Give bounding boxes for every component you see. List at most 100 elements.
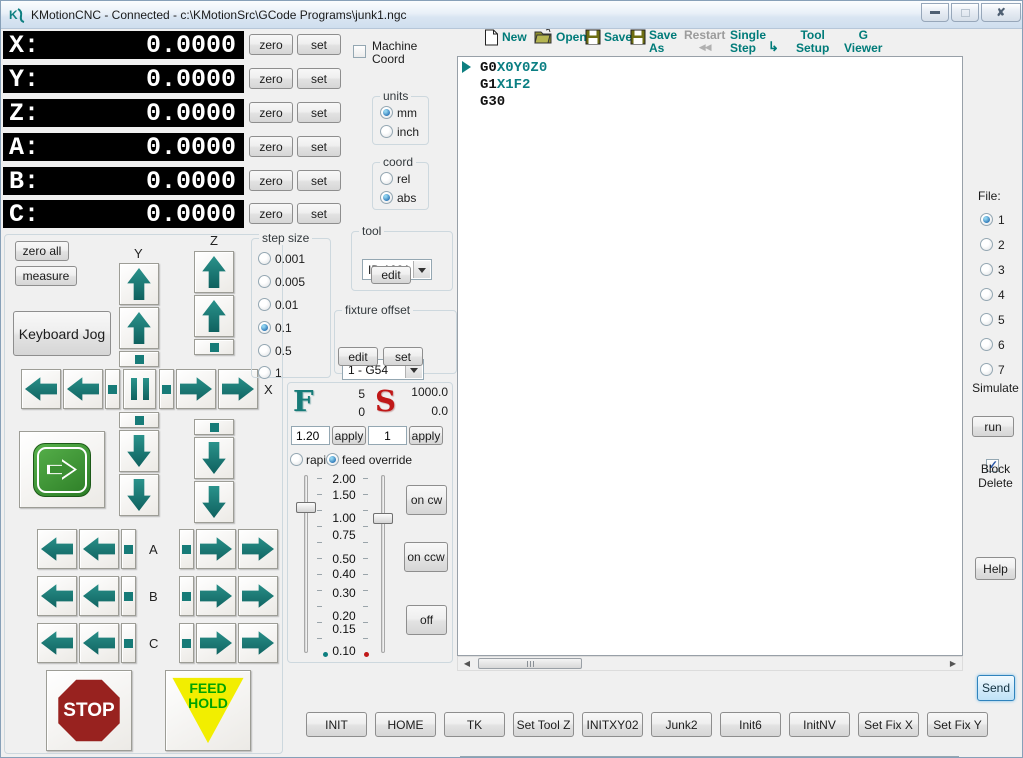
machine-coord-checkbox[interactable]	[353, 45, 366, 58]
jog-b-plus-button[interactable]	[196, 576, 236, 616]
feed-hold-button[interactable]: FEED HOLD	[165, 670, 251, 751]
macro-init6-button[interactable]: Init6	[720, 712, 781, 737]
jog-x-minus-fast-button[interactable]	[21, 369, 61, 409]
measure-button[interactable]: measure	[15, 266, 77, 286]
coord-rel-radio[interactable]	[380, 172, 393, 185]
set-a-button[interactable]: set	[297, 136, 341, 157]
jog-a-minus-fast-button[interactable]	[37, 529, 77, 569]
zero-z-button[interactable]: zero	[249, 102, 293, 123]
feed-override-slider-thumb[interactable]	[296, 502, 316, 513]
feedrate-apply-button[interactable]: apply	[332, 426, 366, 445]
jog-z-plus-step-button[interactable]	[194, 339, 234, 355]
step-size-option-label[interactable]: 0.01	[275, 298, 298, 312]
step-size-radio-05[interactable]	[258, 344, 271, 357]
toolbar-g-viewer-button[interactable]: G Viewer	[844, 29, 882, 55]
feedrate-input[interactable]: 1.20	[291, 426, 330, 445]
jog-c-plus-step-button[interactable]	[179, 623, 194, 663]
jog-b-plus-step-button[interactable]	[179, 576, 194, 616]
jog-b-plus-fast-button[interactable]	[238, 576, 278, 616]
feed-override-label[interactable]: feed override	[342, 453, 412, 467]
spindle-off-button[interactable]: off	[406, 605, 447, 635]
jog-y-minus-button[interactable]	[119, 430, 159, 472]
zero-b-button[interactable]: zero	[249, 170, 293, 191]
units-inch-label[interactable]: inch	[397, 125, 419, 139]
jog-z-plus-fast-button[interactable]	[194, 251, 234, 293]
file-option-label[interactable]: 1	[998, 213, 1005, 227]
file-radio-4[interactable]	[980, 288, 993, 301]
jog-c-minus-fast-button[interactable]	[37, 623, 77, 663]
spindle-on-cw-button[interactable]: on cw	[406, 485, 447, 515]
set-x-button[interactable]: set	[297, 34, 341, 55]
fixture-set-button[interactable]: set	[383, 347, 423, 366]
step-size-option-label[interactable]: 0.005	[275, 275, 305, 289]
jog-z-minus-button[interactable]	[194, 437, 234, 479]
editor-hscrollbar[interactable]: ◀ ▶	[457, 656, 963, 671]
jog-a-minus-button[interactable]	[79, 529, 119, 569]
jog-b-minus-fast-button[interactable]	[37, 576, 77, 616]
gcode-editor[interactable]: G0X0Y0Z0 G1X1F2 G30	[457, 56, 963, 656]
file-option-label[interactable]: 6	[998, 338, 1005, 352]
file-radio-5[interactable]	[980, 313, 993, 326]
jog-a-plus-button[interactable]	[196, 529, 236, 569]
units-inch-radio[interactable]	[380, 125, 393, 138]
title-bar[interactable]: K KMotionCNC - Connected - c:\KMotionSrc…	[1, 1, 1022, 29]
step-size-option-label[interactable]: 1	[275, 366, 282, 380]
coord-abs-radio[interactable]	[380, 191, 393, 204]
toolbar-save-button[interactable]: Save	[585, 29, 632, 45]
scroll-left-icon[interactable]: ◀	[460, 658, 474, 669]
scroll-right-icon[interactable]: ▶	[946, 658, 960, 669]
macro-initnv-button[interactable]: InitNV	[789, 712, 850, 737]
file-radio-3[interactable]	[980, 263, 993, 276]
jog-b-minus-button[interactable]	[79, 576, 119, 616]
jog-z-minus-step-button[interactable]	[194, 419, 234, 435]
macro-junk2-button[interactable]: Junk2	[651, 712, 712, 737]
toolbar-new-button[interactable]: New	[484, 29, 527, 46]
jog-a-plus-fast-button[interactable]	[238, 529, 278, 569]
zero-a-button[interactable]: zero	[249, 136, 293, 157]
macro-set-fix-x-button[interactable]: Set Fix X	[858, 712, 919, 737]
jog-c-minus-button[interactable]	[79, 623, 119, 663]
toolbar-open-button[interactable]: Open	[534, 29, 587, 44]
toolbar-restart-button[interactable]: Restart ◀◀	[684, 29, 725, 53]
file-option-label[interactable]: 4	[998, 288, 1005, 302]
file-option-label[interactable]: 5	[998, 313, 1005, 327]
jog-c-plus-button[interactable]	[196, 623, 236, 663]
spindle-input[interactable]: 1	[368, 426, 407, 445]
jog-y-plus-button[interactable]	[119, 307, 159, 349]
jog-b-minus-step-button[interactable]	[121, 576, 136, 616]
set-b-button[interactable]: set	[297, 170, 341, 191]
gcode-line[interactable]: G0X0Y0Z0	[480, 60, 547, 76]
jog-y-minus-step-button[interactable]	[119, 412, 159, 428]
units-mm-label[interactable]: mm	[397, 106, 417, 120]
scrollbar-thumb[interactable]	[478, 658, 582, 669]
step-size-option-label[interactable]: 0.1	[275, 321, 292, 335]
step-size-radio-001[interactable]	[258, 298, 271, 311]
jog-x-minus-step-button[interactable]	[105, 369, 120, 409]
run-button[interactable]: run	[972, 416, 1014, 437]
jog-y-plus-step-button[interactable]	[119, 351, 159, 367]
jog-a-plus-step-button[interactable]	[179, 529, 194, 569]
jog-x-plus-step-button[interactable]	[159, 369, 174, 409]
jog-a-minus-step-button[interactable]	[121, 529, 136, 569]
gcode-line[interactable]: G1X1F2	[480, 77, 530, 93]
fixture-edit-button[interactable]: edit	[338, 347, 378, 366]
step-size-option-label[interactable]: 0.5	[275, 344, 292, 358]
gcode-line[interactable]: G30	[480, 94, 505, 110]
close-button[interactable]: ✘	[981, 3, 1021, 22]
jog-x-plus-button[interactable]	[176, 369, 216, 409]
jog-y-plus-fast-button[interactable]	[119, 263, 159, 305]
help-button[interactable]: Help	[975, 557, 1016, 580]
file-radio-6[interactable]	[980, 338, 993, 351]
macro-home-button[interactable]: HOME	[375, 712, 436, 737]
tool-edit-button[interactable]: edit	[371, 266, 411, 284]
macro-set-tool-z-button[interactable]: Set Tool Z	[513, 712, 574, 737]
jog-z-plus-button[interactable]	[194, 295, 234, 337]
file-option-label[interactable]: 2	[998, 238, 1005, 252]
jog-z-minus-fast-button[interactable]	[194, 481, 234, 523]
go-button[interactable]	[19, 431, 105, 508]
set-z-button[interactable]: set	[297, 102, 341, 123]
jog-c-minus-step-button[interactable]	[121, 623, 136, 663]
spindle-override-slider-thumb[interactable]	[373, 513, 393, 524]
zero-all-button[interactable]: zero all	[15, 241, 69, 261]
rapid-radio[interactable]	[290, 453, 303, 466]
